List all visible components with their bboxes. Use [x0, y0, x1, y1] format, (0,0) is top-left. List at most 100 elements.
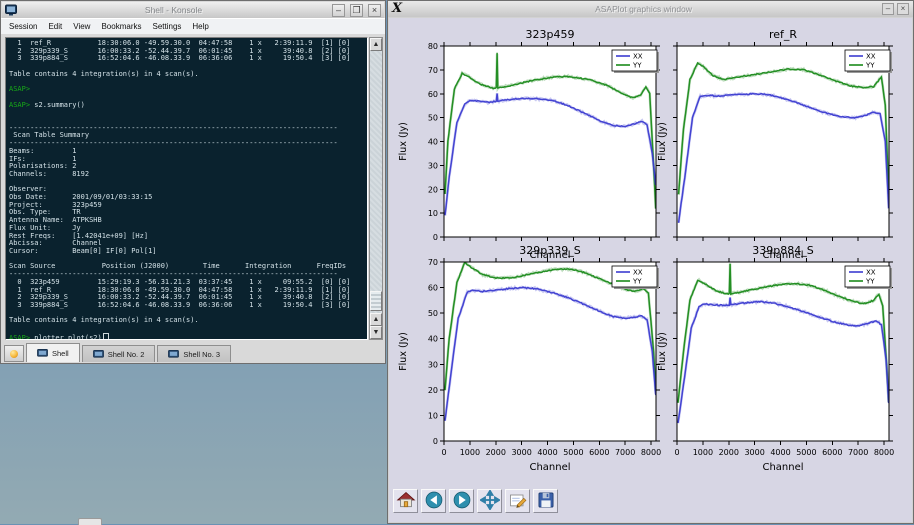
terminal-line — [9, 179, 367, 187]
svg-text:4000: 4000 — [770, 448, 790, 457]
pan-button[interactable] — [477, 489, 502, 513]
svg-text:0: 0 — [433, 437, 438, 446]
scroll-up2-icon[interactable]: ▲ — [370, 313, 382, 326]
svg-text:6000: 6000 — [822, 448, 842, 457]
svg-text:30: 30 — [428, 360, 438, 369]
subplot-329p339_S: 0100020003000400050006000700080000102030… — [398, 244, 661, 473]
svg-text:4000: 4000 — [537, 448, 557, 457]
terminal-line: 3 339p884_S 16:52:04.6 -46.08.33.9 06:36… — [9, 302, 367, 310]
save-button[interactable] — [533, 489, 558, 513]
tab-bar: ShellShell No. 2Shell No. 3 — [4, 342, 231, 362]
window-title: Shell - Konsole — [20, 5, 327, 15]
terminal-tab-icon — [168, 350, 179, 359]
menu-item-view[interactable]: View — [73, 22, 90, 31]
home-icon — [396, 490, 416, 515]
svg-text:5000: 5000 — [796, 448, 816, 457]
pan-icon — [480, 490, 500, 515]
tab-shell-no-2[interactable]: Shell No. 2 — [82, 345, 156, 362]
terminal-scrollbar[interactable]: ▲ ▲ ▼ — [369, 37, 383, 340]
svg-text:60: 60 — [428, 90, 438, 99]
terminal-line: ASAP> s2.summary() — [9, 102, 367, 110]
new-session-icon — [10, 350, 18, 358]
y-axis-label: Flux (Jy) — [657, 122, 668, 161]
tab-shell[interactable]: Shell — [26, 343, 80, 362]
svg-text:8000: 8000 — [641, 448, 661, 457]
legend-label-YY: YY — [632, 278, 642, 286]
menu-item-bookmarks[interactable]: Bookmarks — [101, 22, 141, 31]
svg-text:7000: 7000 — [615, 448, 635, 457]
svg-text:1000: 1000 — [460, 448, 480, 457]
terminal-line: ASAP> — [9, 86, 367, 94]
svg-text:40: 40 — [428, 335, 438, 344]
x11-icon: X — [392, 2, 408, 16]
maximize-icon[interactable]: ❐ — [350, 4, 363, 17]
minimize-icon[interactable]: – — [882, 3, 894, 15]
terminal-line: ASAP> plotter.plot(s2) — [9, 333, 367, 340]
legend: XXYY — [845, 266, 892, 289]
subplot-title: ref_R — [769, 28, 797, 41]
subplot-339p884_S: 010002000300040005000600070008000339p884… — [657, 244, 894, 473]
scrollbar-thumb[interactable] — [370, 291, 382, 311]
svg-text:0: 0 — [674, 448, 679, 457]
new-tab-button[interactable] — [4, 345, 24, 362]
home-button[interactable] — [393, 489, 418, 513]
svg-text:0: 0 — [433, 233, 438, 242]
figure-area: Channel01020304050607080323p459Flux (Jy)… — [389, 18, 912, 522]
menu-bar: Session Edit View Bookmarks Settings Help — [1, 18, 385, 34]
legend: XXYY — [612, 266, 659, 289]
svg-text:60: 60 — [428, 284, 438, 293]
menu-item-help[interactable]: Help — [192, 22, 208, 31]
svg-text:1000: 1000 — [693, 448, 713, 457]
svg-text:40: 40 — [428, 138, 438, 147]
back-button[interactable] — [421, 489, 446, 513]
x-axis-label: Channel — [762, 462, 803, 473]
konsole-titlebar[interactable]: Shell - Konsole – ❐ × — [2, 2, 384, 18]
terminal-line: Channels: 8192 — [9, 171, 367, 179]
menu-item-session[interactable]: Session — [9, 22, 37, 31]
svg-text:5000: 5000 — [563, 448, 583, 457]
scroll-down-icon[interactable]: ▼ — [370, 326, 382, 339]
svg-text:10: 10 — [428, 411, 438, 420]
svg-text:7000: 7000 — [848, 448, 868, 457]
svg-text:70: 70 — [428, 258, 438, 267]
svg-text:2000: 2000 — [486, 448, 506, 457]
svg-text:3000: 3000 — [511, 448, 531, 457]
tab-shell-no-3[interactable]: Shell No. 3 — [157, 345, 231, 362]
terminal-line: Table contains 4 integration(s) in 4 sca… — [9, 71, 367, 79]
save-icon — [536, 490, 556, 515]
forward-icon — [452, 490, 472, 515]
subplot-323p459: Channel01020304050607080323p459Flux (Jy)… — [398, 28, 660, 261]
close-icon[interactable]: × — [368, 4, 381, 17]
menu-item-settings[interactable]: Settings — [152, 22, 181, 31]
menu-item-edit[interactable]: Edit — [48, 22, 62, 31]
svg-text:10: 10 — [428, 209, 438, 218]
legend: XXYY — [612, 50, 659, 73]
forward-button[interactable] — [449, 489, 474, 513]
svg-text:20: 20 — [428, 185, 438, 194]
svg-text:2000: 2000 — [719, 448, 739, 457]
terminal-line — [9, 109, 367, 117]
configure-subplots-button[interactable] — [505, 489, 530, 513]
terminal-line: Table contains 4 integration(s) in 4 sca… — [9, 317, 367, 325]
terminal-text: 1 ref_R 18:30:06.0 -49.59.30.0 04:47:58 … — [6, 38, 367, 340]
konsole-window: Shell - Konsole – ❐ × Session Edit View Boo… — [0, 0, 386, 364]
scroll-up-icon[interactable]: ▲ — [370, 38, 382, 51]
svg-text:70: 70 — [428, 66, 438, 75]
terminal-line: 3 339p884_S 16:52:04.6 -46.08.33.9 06:36… — [9, 55, 367, 63]
svg-text:6000: 6000 — [589, 448, 609, 457]
terminal-screen[interactable]: 1 ref_R 18:30:06.0 -49.59.30.0 04:47:58 … — [5, 37, 368, 340]
legend-label-XX: XX — [866, 53, 876, 61]
window-title: ASAPlot graphics window — [408, 4, 879, 14]
asaplot-titlebar[interactable]: X ASAPlot graphics window – × — [388, 1, 913, 17]
legend-label-YY: YY — [865, 278, 875, 286]
svg-text:50: 50 — [428, 309, 438, 318]
close-icon[interactable]: × — [897, 3, 909, 15]
svg-text:3000: 3000 — [744, 448, 764, 457]
plot-toolbar — [393, 489, 558, 513]
back-icon — [424, 490, 444, 515]
svg-text:50: 50 — [428, 114, 438, 123]
konsole-app-icon — [5, 4, 17, 16]
minimize-icon[interactable]: – — [332, 4, 345, 17]
y-axis-label: Flux (Jy) — [398, 332, 409, 371]
x-axis-label: Channel — [529, 462, 570, 473]
